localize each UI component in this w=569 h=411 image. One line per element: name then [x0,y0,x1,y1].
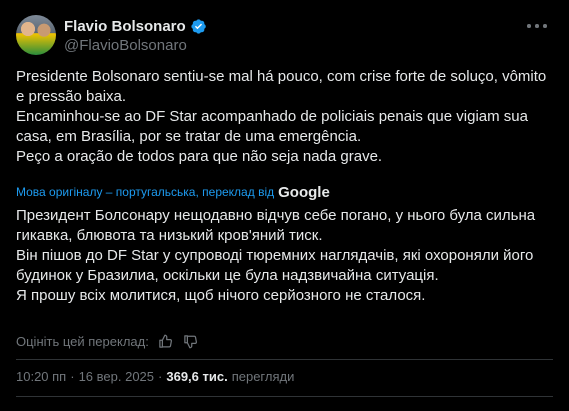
translation-attribution[interactable]: Мова оригіналу – португальська, переклад… [16,183,330,201]
avatar[interactable] [16,15,56,55]
divider [16,359,553,360]
translation-note-text[interactable]: Мова оригіналу – португальська, переклад… [16,185,274,199]
meta-separator: · [70,368,75,384]
tweet-translated-text: Президент Болсонару нещодавно відчув себ… [16,206,553,306]
author-name[interactable]: Flavio Bolsonaro [64,18,186,35]
views-label: перегляди [231,368,295,384]
author-handle[interactable]: @FlavioBolsonaro [64,37,187,54]
google-logo: Google [278,183,330,201]
tweet-time[interactable]: 10:20 пп [16,369,66,384]
tweet-original-text: Presidente Bolsonaro sentiu-se mal há po… [16,67,553,167]
original-text: Presidente Bolsonaro sentiu-se mal há po… [16,68,547,165]
tweet-meta: 10:20 пп · 16 вер. 2025 · 369,6 тис. пер… [16,366,294,386]
tweet-card: Flavio Bolsonaro @FlavioBolsonaro Presid… [0,0,569,411]
meta-separator: · [158,368,163,384]
more-options-icon[interactable] [527,22,547,30]
divider [16,396,553,397]
author-name-row: Flavio Bolsonaro [64,16,207,36]
thumbs-up-icon[interactable] [158,334,173,349]
views-count: 369,6 тис. [166,368,228,384]
translated-text: Президент Болсонару нещодавно відчув себ… [16,207,536,304]
more-dot [543,24,547,28]
more-dot [535,24,539,28]
tweet-date[interactable]: 16 вер. 2025 [79,369,154,384]
verified-badge-icon[interactable] [190,18,207,35]
rate-translation-label: Оцініть цей переклад: [16,333,149,349]
thumbs-down-icon[interactable] [183,334,198,349]
more-dot [527,24,531,28]
rate-translation: Оцініть цей переклад: [16,331,198,351]
